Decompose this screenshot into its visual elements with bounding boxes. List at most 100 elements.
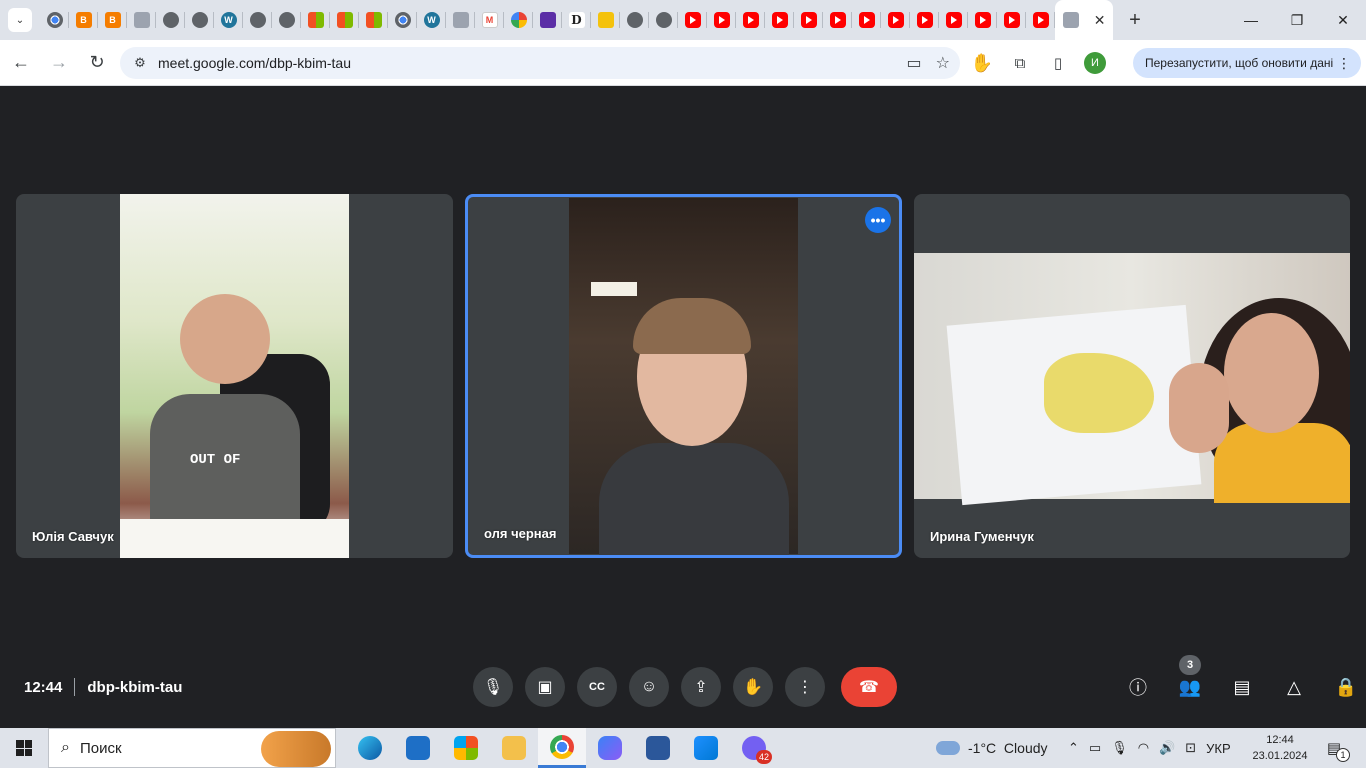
participant-count-badge: 3	[1179, 655, 1201, 675]
language-indicator[interactable]: УКР	[1206, 741, 1231, 756]
bookmark-star-icon[interactable]: ☆	[936, 53, 950, 73]
activities-button[interactable]: △	[1280, 672, 1308, 702]
restart-update-button[interactable]: Перезапустити, щоб оновити дані ⋮	[1133, 48, 1361, 78]
browser-tab[interactable]: W	[417, 0, 446, 40]
present-button[interactable]: ⇪	[681, 667, 721, 707]
browser-tab[interactable]	[939, 0, 968, 40]
viber-app[interactable]: 42	[730, 728, 778, 768]
browser-tab[interactable]	[185, 0, 214, 40]
meeting-time: 12:44	[24, 678, 63, 696]
browser-tab[interactable]	[591, 0, 620, 40]
browser-tab[interactable]	[823, 0, 852, 40]
taskbar-search[interactable]: ⌕ Поиск	[48, 728, 336, 768]
browser-tab[interactable]	[272, 0, 301, 40]
notifications-button[interactable]: ▤ 1	[1322, 736, 1350, 762]
browser-tab[interactable]	[881, 0, 910, 40]
browser-tab[interactable]	[243, 0, 272, 40]
browser-tab[interactable]	[968, 0, 997, 40]
browser-tab[interactable]: B	[98, 0, 127, 40]
chat-button[interactable]: ▤	[1228, 672, 1256, 702]
tab-search-button[interactable]: ⌄	[8, 8, 32, 32]
start-button[interactable]	[0, 728, 48, 768]
address-bar[interactable]: ⚙ meet.google.com/dbp-kbim-tau ▭ ☆	[120, 47, 960, 79]
new-tab-button[interactable]: +	[1121, 9, 1149, 32]
more-options-button[interactable]: •••	[865, 207, 891, 233]
raise-hand-button[interactable]: ✋	[733, 667, 773, 707]
mail-app[interactable]	[394, 728, 442, 768]
copilot-app[interactable]	[586, 728, 634, 768]
photos-app[interactable]	[682, 728, 730, 768]
participant-tile-1[interactable]: OUT OF Юлія Савчук	[16, 194, 453, 558]
browser-tab[interactable]	[910, 0, 939, 40]
taskbar-clock[interactable]: 12:44 23.01.2024	[1250, 732, 1310, 764]
browser-tab[interactable]: W	[214, 0, 243, 40]
file-explorer-app[interactable]	[490, 728, 538, 768]
meet-now-icon[interactable]: ⊡	[1185, 740, 1196, 756]
browser-tab[interactable]	[127, 0, 156, 40]
tab-active-meet[interactable]: ✕	[1055, 0, 1113, 40]
store-app[interactable]	[442, 728, 490, 768]
edge-app[interactable]	[346, 728, 394, 768]
host-controls-button[interactable]: 🔒	[1332, 672, 1360, 702]
browser-tab[interactable]	[359, 0, 388, 40]
more-menu-icon[interactable]: ⋮	[1337, 55, 1351, 72]
browser-tab[interactable]	[678, 0, 707, 40]
leave-call-button[interactable]: ☎	[841, 667, 897, 707]
browser-tab[interactable]: B	[69, 0, 98, 40]
wifi-icon[interactable]: ◠	[1138, 740, 1149, 756]
browser-tab[interactable]	[156, 0, 185, 40]
browser-tab[interactable]	[736, 0, 765, 40]
battery-icon[interactable]: ▭	[1089, 740, 1101, 756]
more-options-button[interactable]: ⋮	[785, 667, 825, 707]
volume-icon[interactable]: 🔊	[1159, 740, 1175, 756]
side-panel-icon[interactable]: ▯	[1046, 51, 1070, 75]
browser-tab[interactable]	[446, 0, 475, 40]
word-app[interactable]	[634, 728, 682, 768]
adblock-extension-icon[interactable]: ✋	[970, 51, 994, 75]
microphone-icon[interactable]: 🎙	[1111, 740, 1128, 756]
browser-tab[interactable]	[40, 0, 69, 40]
browser-tab[interactable]	[330, 0, 359, 40]
browser-tab[interactable]	[1026, 0, 1055, 40]
chevron-up-icon[interactable]: ⌃	[1068, 740, 1079, 756]
browser-tab[interactable]	[765, 0, 794, 40]
windows-taskbar: ⌕ Поиск 42 -1°C Cloudy ⌃ ▭ 🎙 ◠ 🔊 ⊡ УКР 1…	[0, 728, 1366, 768]
browser-tab[interactable]	[997, 0, 1026, 40]
browser-tab[interactable]	[852, 0, 881, 40]
restore-button[interactable]: ❐	[1274, 0, 1320, 40]
browser-tab[interactable]	[533, 0, 562, 40]
weather-widget[interactable]: -1°C Cloudy	[936, 728, 1048, 768]
youtube-icon	[858, 12, 875, 28]
meeting-details-button[interactable]: ⓘ	[1124, 672, 1152, 702]
captions-button[interactable]: CC	[577, 667, 617, 707]
microphone-button[interactable]: 🎙	[473, 667, 513, 707]
close-window-button[interactable]: ✕	[1320, 0, 1366, 40]
back-button[interactable]: ←	[4, 46, 38, 80]
profile-avatar[interactable]: И	[1084, 52, 1106, 74]
chrome-app[interactable]	[538, 728, 586, 768]
url-text[interactable]: meet.google.com/dbp-kbim-tau	[158, 55, 351, 71]
people-button[interactable]: 3 👥	[1176, 655, 1204, 702]
camera-in-use-icon[interactable]: ▭	[907, 53, 922, 73]
browser-tab[interactable]	[388, 0, 417, 40]
camera-button[interactable]: ▣	[525, 667, 565, 707]
browser-tab[interactable]: M	[475, 0, 504, 40]
minimize-button[interactable]: —	[1228, 0, 1274, 40]
close-tab-icon[interactable]: ✕	[1094, 12, 1106, 29]
browser-tab[interactable]	[707, 0, 736, 40]
forward-button[interactable]: →	[42, 46, 76, 80]
extensions-icon[interactable]: ⧉	[1008, 51, 1032, 75]
reactions-button[interactable]: ☺	[629, 667, 669, 707]
globe-icon	[162, 12, 179, 28]
browser-tab[interactable]	[794, 0, 823, 40]
participant-tile-2[interactable]: ••• оля черная	[465, 194, 902, 558]
browser-tab[interactable]	[504, 0, 533, 40]
participant-name: оля черная	[484, 526, 557, 541]
participant-tile-3[interactable]: Ирина Гуменчук	[914, 194, 1350, 558]
browser-tab[interactable]	[301, 0, 330, 40]
reload-button[interactable]: ↻	[80, 46, 114, 80]
browser-tab[interactable]: D	[562, 0, 591, 40]
site-settings-icon[interactable]: ⚙	[126, 55, 154, 71]
browser-tab[interactable]	[649, 0, 678, 40]
browser-tab[interactable]	[620, 0, 649, 40]
